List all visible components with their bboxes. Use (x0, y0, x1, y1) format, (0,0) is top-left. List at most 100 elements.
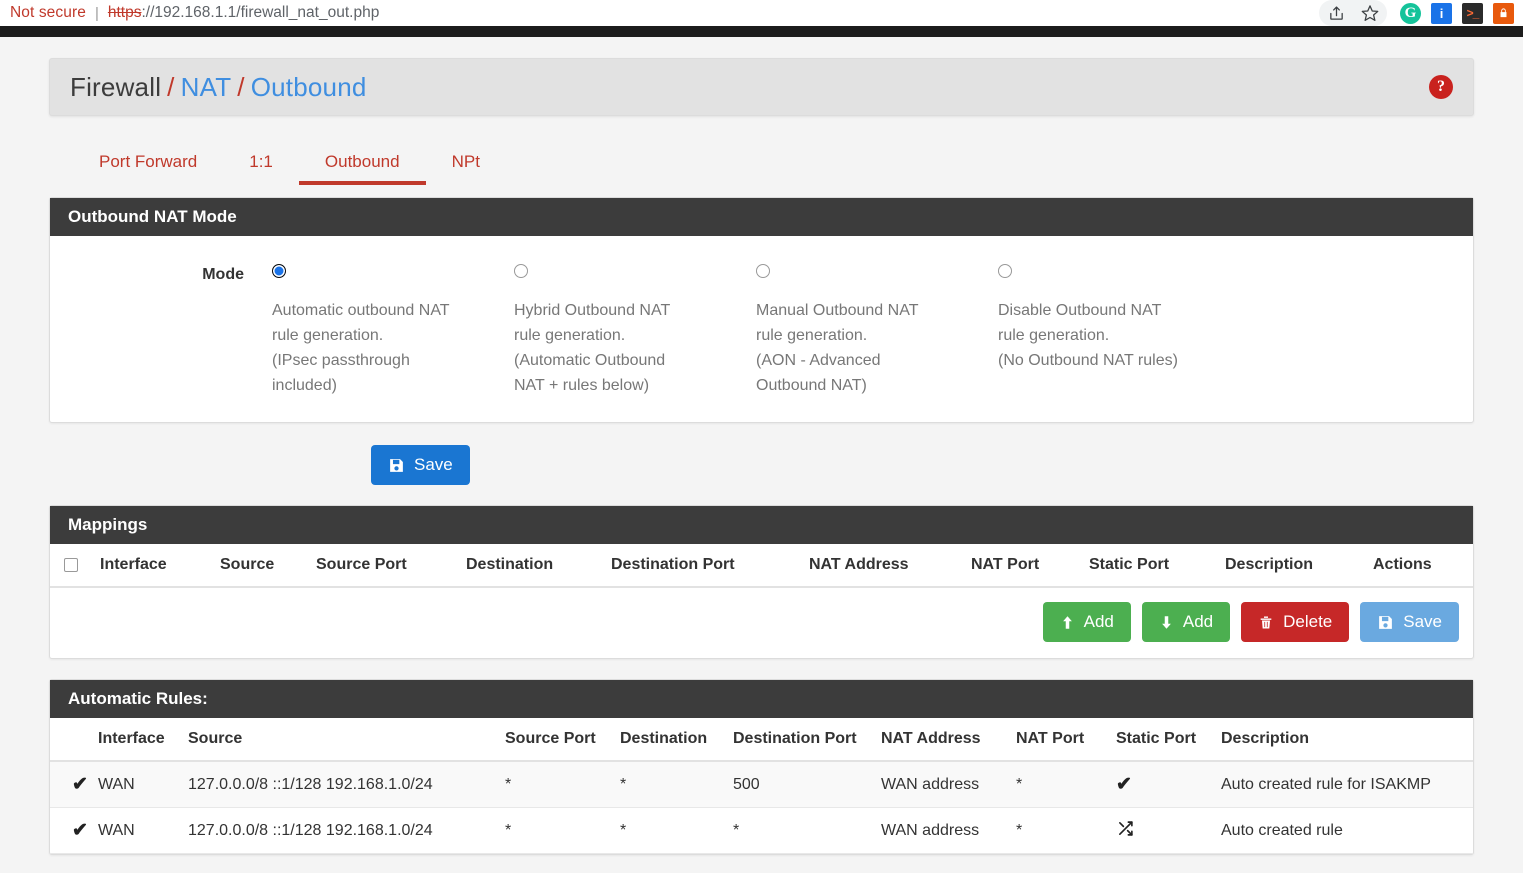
mappings-header-row: Interface Source Source Port Destination… (50, 544, 1473, 588)
mode-hybrid-line3: (Automatic Outbound (514, 352, 666, 369)
auto-col-destination: Destination (620, 718, 733, 762)
add-rule-bottom-label: Add (1182, 612, 1214, 631)
mode-automatic-line4: included) (272, 377, 337, 394)
mode-disable-line1: Disable Outbound NAT (998, 302, 1162, 319)
mode-option-hybrid-desc: Hybrid Outbound NAT rule generation. (Au… (514, 298, 719, 398)
tab-outbound[interactable]: Outbound (298, 152, 426, 185)
radio-automatic-outbound-nat[interactable] (272, 264, 286, 278)
browser-address-bar: Not secure | https://192.168.1.1/firewal… (0, 0, 1523, 26)
browser-toolbar-icons: G i >_ (1319, 0, 1519, 26)
check-icon: ✔ (72, 774, 88, 795)
mappings-table-head: Interface Source Source Port Destination… (50, 544, 1473, 588)
mode-automatic-line1: Automatic outbound NAT (272, 302, 450, 319)
auto-row-0-destination: * (620, 761, 733, 808)
breadcrumb-outbound[interactable]: Outbound (251, 72, 367, 103)
mappings-col-source-port: Source Port (316, 544, 466, 588)
mode-disable-line3: (No Outbound NAT rules) (998, 352, 1178, 369)
add-rule-top-button[interactable]: Add (1042, 602, 1131, 642)
mode-automatic-line2: rule generation. (272, 327, 384, 344)
trash-icon (1258, 614, 1274, 631)
terminal-extension-icon[interactable]: >_ (1462, 2, 1483, 24)
mappings-col-static-port: Static Port (1089, 544, 1225, 588)
browser-dark-strip (0, 26, 1523, 37)
delete-rules-label: Delete (1283, 612, 1333, 631)
auto-row-0-description: Auto created rule for ISAKMP (1221, 761, 1473, 808)
breadcrumb-separator-1: / (167, 71, 175, 102)
automatic-rules-table: Interface Source Source Port Destination… (50, 718, 1473, 854)
url-path: ://192.168.1.1/firewall_nat_out.php (141, 4, 380, 21)
random-icon (1116, 820, 1135, 841)
mappings-select-all-cell (50, 544, 100, 588)
auto-row-1-nat-address: WAN address (881, 807, 1016, 854)
url-divider: | (94, 4, 99, 22)
mappings-table: Interface Source Source Port Destination… (50, 544, 1473, 588)
browser-action-pill (1319, 0, 1387, 26)
automatic-rules-title: Automatic Rules: (50, 680, 1473, 718)
lock-extension-icon[interactable] (1493, 2, 1514, 24)
auto-col-nat-port: NAT Port (1016, 718, 1116, 762)
mode-options: Automatic outbound NAT rule generation. … (272, 264, 1473, 398)
mode-manual-line2: rule generation. (756, 327, 868, 344)
select-all-checkbox[interactable] (64, 557, 78, 572)
mappings-col-source: Source (220, 544, 316, 588)
star-icon[interactable] (1359, 2, 1381, 24)
mode-hybrid-line2: rule generation. (514, 327, 626, 344)
tab-port-forward[interactable]: Port Forward (73, 152, 223, 185)
save-mappings-label: Save (1403, 612, 1442, 631)
mode-option-disable-desc: Disable Outbound NAT rule generation. (N… (998, 298, 1203, 373)
auto-col-nat-address: NAT Address (881, 718, 1016, 762)
auto-col-static-port: Static Port (1116, 718, 1221, 762)
add-rule-bottom-button[interactable]: Add (1141, 602, 1231, 642)
mode-option-manual: Manual Outbound NAT rule generation. (AO… (756, 264, 998, 398)
mode-label: Mode (202, 266, 244, 283)
auto-row-0-nat-port: * (1016, 761, 1116, 808)
breadcrumb-firewall: Firewall (70, 71, 162, 102)
auto-row-0-interface: WAN (98, 761, 188, 808)
mappings-col-description: Description (1225, 544, 1373, 588)
automatic-rules-panel: Automatic Rules: Interface Source Source… (49, 679, 1474, 855)
mode-manual-line4: Outbound NAT) (756, 377, 867, 394)
add-rule-top-label: Add (1083, 612, 1114, 631)
arrow-up-icon (1060, 614, 1075, 631)
auto-col-source: Source (188, 718, 505, 762)
tab-npt[interactable]: NPt (426, 152, 506, 185)
automatic-rules-body: Interface Source Source Port Destination… (50, 718, 1473, 854)
arrow-down-icon (1159, 614, 1174, 631)
auto-row-1-nat-port: * (1016, 807, 1116, 854)
auto-col-destination-port: Destination Port (733, 718, 881, 762)
mode-save-area: Save (49, 445, 1474, 485)
breadcrumb-nat[interactable]: NAT (181, 72, 232, 103)
mode-option-hybrid: Hybrid Outbound NAT rule generation. (Au… (514, 264, 756, 398)
auto-col-source-port: Source Port (505, 718, 620, 762)
auto-row-1-description: Auto created rule (1221, 807, 1473, 854)
breadcrumb: Firewall / NAT / Outbound ? (49, 58, 1474, 116)
auto-col-interface: Interface (98, 718, 188, 762)
save-mode-button[interactable]: Save (371, 445, 470, 485)
table-row[interactable]: ✔ WAN 127.0.0.0/8 ::1/128 192.168.1.0/24… (50, 807, 1473, 854)
help-icon[interactable]: ? (1429, 75, 1453, 99)
save-mappings-button[interactable]: Save (1360, 602, 1459, 642)
radio-manual-outbound-nat[interactable] (756, 264, 770, 278)
table-row[interactable]: ✔ WAN 127.0.0.0/8 ::1/128 192.168.1.0/24… (50, 761, 1473, 808)
auto-row-1-source: 127.0.0.0/8 ::1/128 192.168.1.0/24 (188, 807, 505, 854)
mappings-actions-bar: Add Add Delete Save (50, 588, 1473, 658)
mode-hybrid-line1: Hybrid Outbound NAT (514, 302, 671, 319)
tab-one-to-one[interactable]: 1:1 (223, 152, 299, 185)
grammarly-extension-icon[interactable]: G (1400, 2, 1421, 24)
address-bar-url[interactable]: https://192.168.1.1/firewall_nat_out.php (108, 4, 379, 22)
delete-rules-button[interactable]: Delete (1241, 602, 1350, 642)
info-extension-icon[interactable]: i (1431, 2, 1452, 24)
mode-row: Mode Automatic outbound NAT rule generat… (50, 236, 1473, 422)
mappings-col-nat-address: NAT Address (809, 544, 971, 588)
radio-disable-outbound-nat[interactable] (998, 264, 1012, 278)
automatic-rules-header-row: Interface Source Source Port Destination… (50, 718, 1473, 762)
page-content: Firewall / NAT / Outbound ? Port Forward… (49, 37, 1474, 873)
mode-disable-line2: rule generation. (998, 327, 1110, 344)
mappings-col-destination: Destination (466, 544, 611, 588)
share-icon[interactable] (1325, 2, 1347, 24)
auto-row-0-static-port: ✔ (1116, 761, 1221, 808)
security-status-label: Not secure (10, 4, 86, 21)
radio-hybrid-outbound-nat[interactable] (514, 264, 528, 278)
auto-row-0-destination-port: 500 (733, 761, 881, 808)
mode-option-automatic: Automatic outbound NAT rule generation. … (272, 264, 514, 398)
